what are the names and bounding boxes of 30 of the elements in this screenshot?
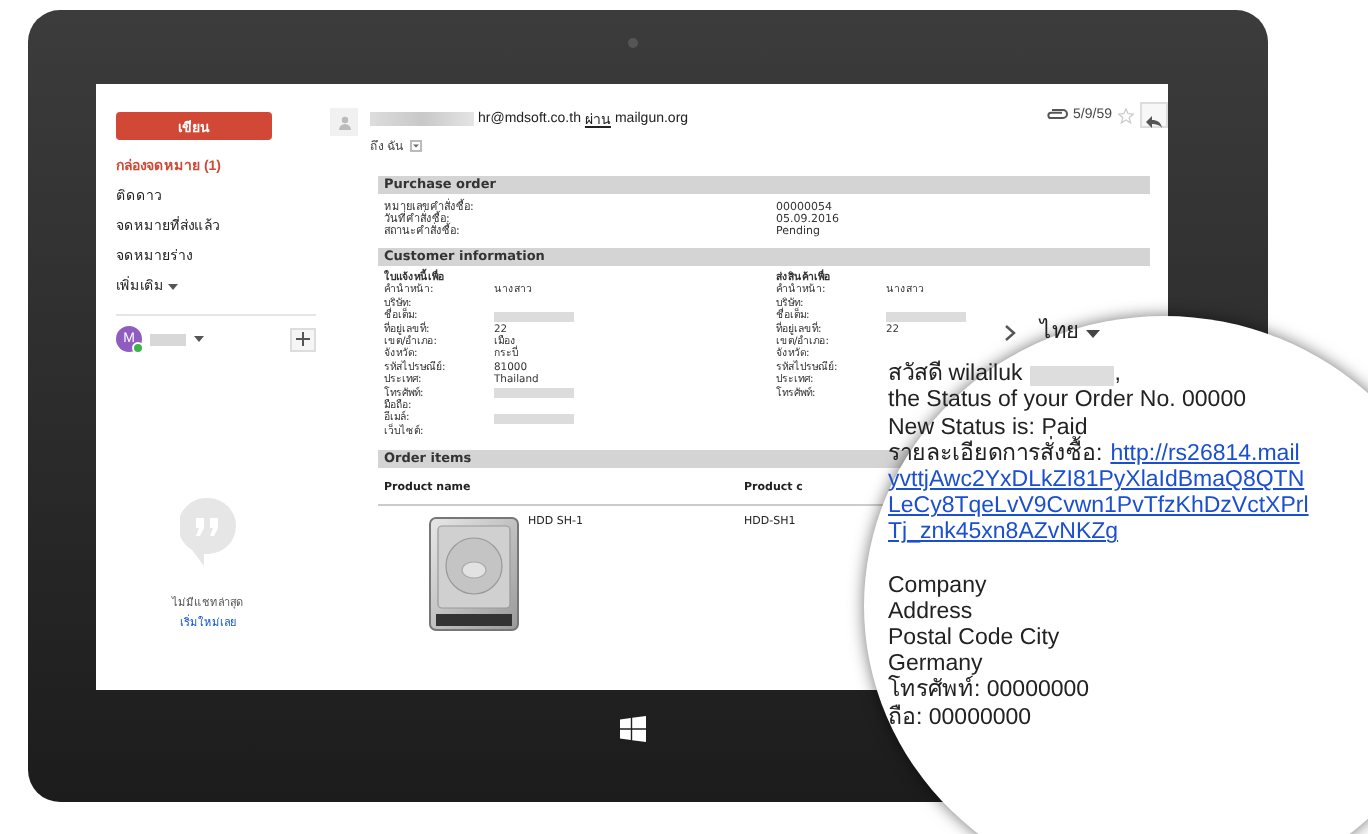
greeting-text: สวัสดี wilailuk [888, 362, 1023, 389]
address-line: Germany [888, 652, 983, 677]
caret-icon [1086, 329, 1100, 338]
order-link[interactable]: Tj_znk45xn8AZvNKZg [888, 520, 1119, 548]
windows-logo-icon[interactable] [619, 716, 645, 742]
hard-drive-drawing [428, 516, 520, 633]
details-label: รายละเอียดการสั่งซื้อ: [888, 441, 1103, 469]
caret-icon [194, 336, 204, 342]
add-button[interactable] [290, 327, 316, 351]
order-link[interactable]: LeCy8TqeLvV9Cvwn1PvTfzKhDzVctXPrl [888, 494, 1309, 521]
language-menu[interactable]: ไทย [1040, 320, 1100, 347]
address-line: ถือ: 00000000 [888, 705, 1032, 732]
address-line: Address [888, 599, 973, 627]
order-link[interactable]: http://rs26814.mail [1110, 441, 1300, 469]
sender-avatar [330, 108, 358, 136]
reply-button[interactable] [1140, 102, 1168, 128]
chevron-right-icon[interactable] [1004, 324, 1016, 343]
address-line: โทรศัพท์: 00000000 [888, 678, 1090, 704]
star-icon[interactable] [1118, 108, 1134, 124]
address-line: Company [888, 573, 987, 600]
status-text: the Status of your Order No. 00000 [888, 388, 1246, 416]
camera-icon [627, 38, 637, 48]
dropdown-icon[interactable] [409, 140, 422, 152]
quote-bubble-icon [180, 498, 236, 566]
plus-icon [296, 331, 310, 345]
reply-arrow-icon [1146, 116, 1162, 128]
caret-icon [168, 284, 178, 290]
address-line: Postal Code City [888, 626, 1060, 653]
greeting-punctuation: , [1114, 362, 1121, 389]
order-link[interactable]: yvttjAwc2YxDLkZI81PyXlaIdBmaQ8QTN [888, 468, 1305, 495]
